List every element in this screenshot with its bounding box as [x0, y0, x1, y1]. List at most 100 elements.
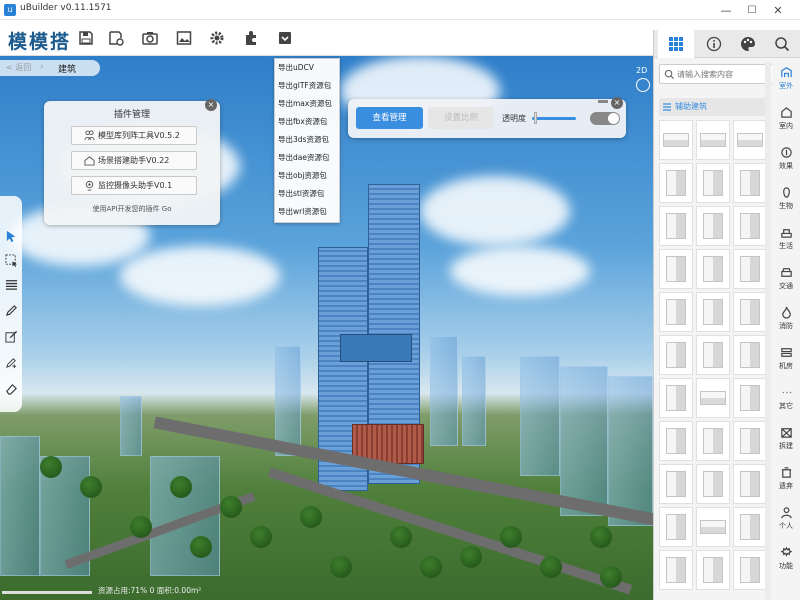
scrollbar[interactable] [765, 62, 771, 600]
export-3ds-item[interactable]: 导出3ds资源包 [275, 131, 339, 149]
model-thumbnail[interactable] [659, 335, 693, 375]
model-thumbnail[interactable] [659, 120, 693, 160]
set-ratio-button[interactable]: 设置比例 [428, 107, 494, 129]
view-manage-button[interactable]: 查看管理 [356, 107, 423, 129]
model-thumbnail[interactable] [696, 292, 730, 332]
add-point-icon[interactable] [3, 354, 19, 370]
camera-icon[interactable] [140, 28, 160, 48]
model-thumbnail[interactable] [659, 249, 693, 289]
export-icon[interactable] [275, 28, 295, 48]
model-thumbnail[interactable] [696, 120, 730, 160]
export-wrl-item[interactable]: 导出wrl资源包 [275, 203, 339, 221]
category-outdoor[interactable]: 室外 [772, 62, 800, 100]
category-creature[interactable]: 生物 [772, 182, 800, 220]
model-thumbnail[interactable] [733, 335, 767, 375]
category-function[interactable]: 功能 [772, 542, 800, 580]
export-menu: 导出uDCV 导出glTF资源包 导出max资源包 导出fbx资源包 导出3ds… [274, 58, 340, 223]
edit-icon[interactable] [3, 328, 19, 344]
model-thumbnail[interactable] [696, 550, 730, 590]
search-input[interactable] [677, 67, 771, 82]
model-thumbnail[interactable] [659, 378, 693, 418]
model-thumbnail[interactable] [696, 378, 730, 418]
plugin-scene-builder-button[interactable]: 场景搭建助手V0.22 [71, 151, 197, 170]
category-header[interactable]: 辅助建筑 [659, 98, 770, 116]
gear-icon[interactable] [207, 28, 227, 48]
model-thumbnail[interactable] [659, 507, 693, 547]
opacity-slider-handle[interactable] [534, 112, 538, 124]
model-thumbnail[interactable] [659, 206, 693, 246]
category-user[interactable]: 个人 [772, 502, 800, 540]
model-thumbnail[interactable] [696, 335, 730, 375]
plugin-array-tool-button[interactable]: 模型库列阵工具V0.5.2 [71, 126, 197, 145]
category-server-room[interactable]: 机房 [772, 342, 800, 380]
model-thumbnail[interactable] [733, 292, 767, 332]
model-thumbnail[interactable] [733, 464, 767, 504]
export-udcv-item[interactable]: 导出uDCV [275, 59, 339, 77]
model-thumbnail[interactable] [733, 507, 767, 547]
category-title: 辅助建筑 [675, 102, 707, 111]
export-max-item[interactable]: 导出max资源包 [275, 95, 339, 113]
tab-grid-icon[interactable] [658, 30, 694, 58]
category-traffic[interactable]: 交通 [772, 262, 800, 300]
model-thumbnail[interactable] [733, 550, 767, 590]
plugin-camera-helper-button[interactable]: 监控摄像头助手V0.1 [71, 176, 197, 195]
select-arrow-icon[interactable] [3, 228, 19, 244]
image-icon[interactable] [174, 28, 194, 48]
model-thumbnail[interactable] [659, 550, 693, 590]
fire-icon [781, 306, 791, 319]
plugin-icon[interactable] [241, 28, 261, 48]
model-thumbnail[interactable] [733, 421, 767, 461]
model-thumbnail[interactable] [696, 507, 730, 547]
model-thumbnail[interactable] [696, 163, 730, 203]
tab-search-icon[interactable] [764, 30, 800, 58]
category-fire[interactable]: 消防 [772, 302, 800, 340]
window-title: uBuilder v0.11.1571 [20, 3, 112, 13]
model-thumbnail[interactable] [733, 163, 767, 203]
model-thumbnail[interactable] [733, 206, 767, 246]
model-thumbnail[interactable] [659, 163, 693, 203]
export-stl-item[interactable]: 导出stl资源包 [275, 185, 339, 203]
model-thumbnail[interactable] [733, 249, 767, 289]
export-fbx-item[interactable]: 导出fbx资源包 [275, 113, 339, 131]
compass-icon[interactable] [636, 78, 650, 92]
pen-icon[interactable] [3, 302, 19, 318]
export-obj-item[interactable]: 导出obj资源包 [275, 167, 339, 185]
model-thumbnail[interactable] [659, 421, 693, 461]
mode-2d-toggle[interactable]: 2D [636, 66, 647, 75]
minimize-icon[interactable] [598, 100, 608, 103]
model-thumbnail[interactable] [733, 120, 767, 160]
model-thumbnail[interactable] [733, 378, 767, 418]
model-thumbnail[interactable] [696, 249, 730, 289]
left-tool-strip [0, 196, 22, 412]
eraser-icon[interactable] [3, 380, 19, 396]
opacity-slider[interactable] [532, 117, 576, 120]
model-thumbnail[interactable] [696, 206, 730, 246]
minimize-button[interactable]: — [714, 0, 738, 20]
back-link[interactable]: < 返回 [6, 62, 31, 73]
save-as-icon[interactable] [106, 28, 126, 48]
export-gltf-item[interactable]: 导出glTF资源包 [275, 77, 339, 95]
model-thumbnail[interactable] [696, 421, 730, 461]
maximize-button[interactable]: ☐ [740, 0, 764, 20]
model-thumbnail[interactable] [659, 464, 693, 504]
box-select-icon[interactable] [3, 252, 19, 268]
export-dae-item[interactable]: 导出dae资源包 [275, 149, 339, 167]
model-thumbnail[interactable] [659, 292, 693, 332]
opacity-toggle[interactable] [590, 112, 620, 125]
tab-info-icon[interactable] [696, 30, 732, 58]
people-icon [84, 130, 95, 141]
tab-palette-icon[interactable] [730, 30, 766, 58]
close-icon[interactable]: × [611, 97, 623, 109]
plugin-api-link[interactable]: 使用API开发您的插件 Go [44, 204, 220, 214]
close-button[interactable]: ✕ [766, 0, 790, 20]
category-indoor[interactable]: 室内 [772, 102, 800, 140]
category-effect[interactable]: 效果 [772, 142, 800, 180]
save-icon[interactable] [76, 28, 96, 48]
close-icon[interactable]: × [205, 99, 217, 111]
category-trash[interactable]: 遗弃 [772, 462, 800, 500]
category-demolish[interactable]: 拆建 [772, 422, 800, 460]
category-life[interactable]: 生活 [772, 222, 800, 260]
layers-icon[interactable] [3, 276, 19, 292]
model-thumbnail[interactable] [696, 464, 730, 504]
category-other[interactable]: 其它 [772, 382, 800, 420]
